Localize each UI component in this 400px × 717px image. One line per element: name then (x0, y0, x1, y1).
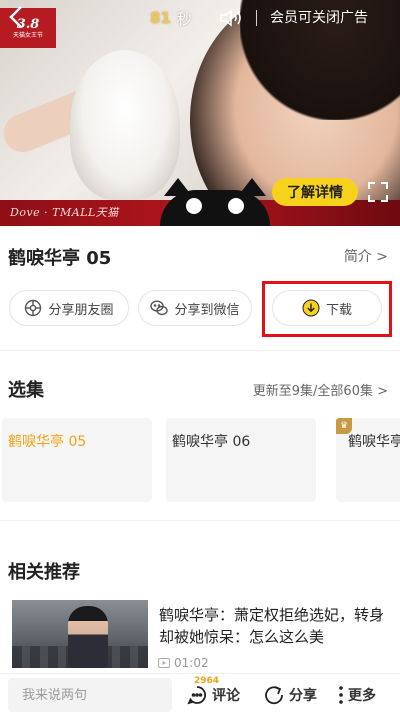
episode-card[interactable]: 鹤唳华亭 05 (2, 418, 152, 502)
share-icon (265, 686, 283, 705)
vip-close-ad-link[interactable]: 会员可关闭广告 (270, 7, 368, 27)
recommend-duration-text: 01:02 (174, 656, 209, 670)
share-wechat-button[interactable]: 分享到微信 (138, 290, 252, 326)
video-player[interactable]: Dove · TMALL天猫 3.8 天猫女王节 81 秒 会员可关闭广告 了解… (0, 0, 400, 226)
tmall-cat-logo (160, 178, 270, 226)
episode-title: 鹤唳华亭 05 (8, 248, 112, 269)
fullscreen-icon[interactable] (368, 182, 388, 202)
episodes-title: 选集 (8, 380, 44, 401)
more-icon (339, 686, 343, 704)
ad-countdown-value: 81 (150, 9, 171, 27)
comment-icon (187, 686, 206, 705)
episode-card-label: 鹤唳华亭 05 (8, 434, 87, 450)
back-icon[interactable] (6, 4, 28, 30)
episodes-more-link[interactable]: 更新至9集/全部60集 > (253, 380, 388, 399)
recommend-duration: 01:02 (158, 656, 209, 670)
divider (0, 520, 400, 521)
episode-card-label: 鹤唳华亭 06 (172, 434, 251, 450)
ad-countdown: 81 秒 (150, 7, 192, 29)
ad-countdown-unit: 秒 (176, 9, 192, 28)
download-highlight-box (262, 281, 392, 337)
ad-logo-text: 天猫女王节 (12, 31, 43, 39)
share-button[interactable]: 分享 (263, 681, 317, 709)
recommend-header: 相关推荐 (0, 556, 400, 586)
volume-icon[interactable] (218, 8, 244, 28)
recommend-thumbnail[interactable] (12, 600, 148, 668)
recommend-item-title[interactable]: 鹤唳华亭：萧定权拒绝选妃，转身却被她惊呆：怎么这么美 (159, 604, 395, 648)
share-wechat-label: 分享到微信 (174, 302, 240, 318)
episodes-header: 选集 更新至9集/全部60集 > (0, 374, 400, 404)
recommend-item[interactable]: 鹤唳华亭：萧定权拒绝选妃，转身却被她惊呆：怎么这么美 01:02 (0, 600, 400, 680)
episode-card[interactable]: ♛ 鹤唳华亭 (336, 418, 400, 502)
divider (0, 350, 400, 351)
share-moments-button[interactable]: 分享朋友圈 (9, 290, 129, 326)
video-icon (158, 658, 170, 668)
ad-brand-text: Dove · TMALL天猫 (10, 206, 119, 219)
ad-divider (256, 10, 257, 26)
recommend-title: 相关推荐 (8, 562, 80, 583)
comment-input[interactable] (8, 678, 172, 712)
episode-card[interactable]: 鹤唳华亭 06 (166, 418, 316, 502)
share-label: 分享 (289, 688, 317, 704)
more-button[interactable]: 更多 (338, 681, 376, 709)
episode-title-row: 鹤唳华亭 05 简介 > (0, 236, 400, 276)
comment-label: 评论 (212, 688, 240, 704)
comment-count-badge: 2964 (194, 676, 220, 686)
more-label: 更多 (348, 688, 376, 704)
intro-link[interactable]: 简介 > (344, 246, 388, 266)
moments-icon (25, 299, 42, 317)
episode-list[interactable]: 鹤唳华亭 05 鹤唳华亭 06 ♛ 鹤唳华亭 (0, 418, 400, 502)
share-moments-label: 分享朋友圈 (48, 302, 114, 318)
episode-card-label: 鹤唳华亭 (348, 434, 400, 450)
learn-more-button[interactable]: 了解详情 (272, 178, 358, 206)
wechat-icon (150, 300, 169, 316)
